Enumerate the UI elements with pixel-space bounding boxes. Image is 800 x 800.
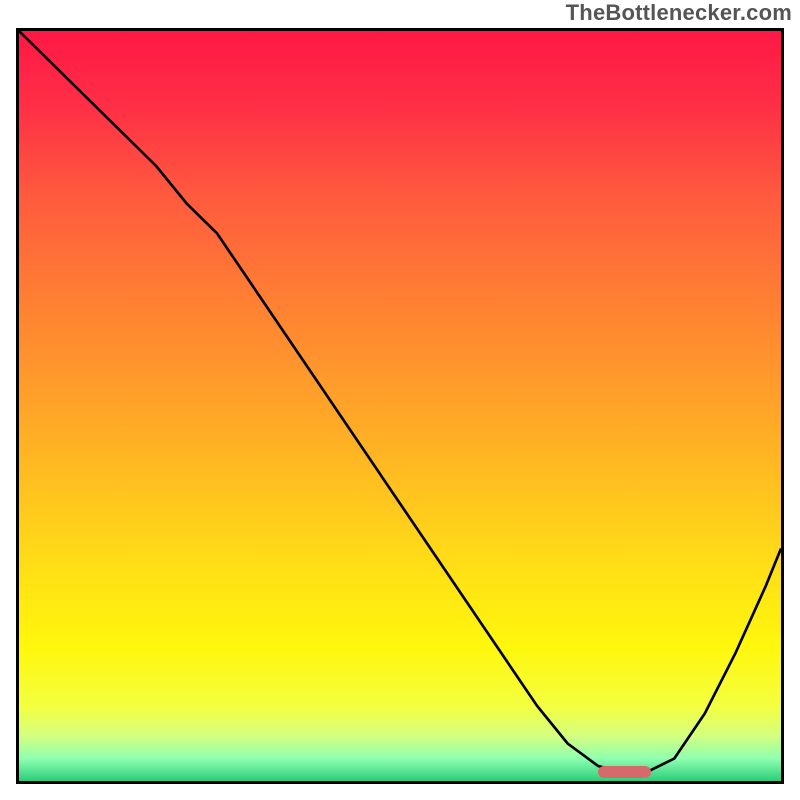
optimal-marker bbox=[598, 766, 651, 778]
watermark-text: TheBottlenecker.com bbox=[566, 0, 792, 26]
plot-area bbox=[16, 28, 784, 784]
line-plot bbox=[19, 31, 781, 781]
chart-root: TheBottlenecker.com bbox=[0, 0, 800, 800]
